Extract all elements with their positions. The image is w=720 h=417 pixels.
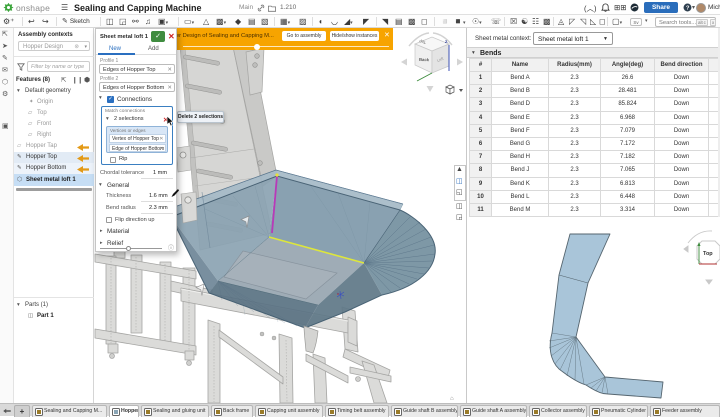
svg-text:Top: Top [703,251,713,257]
svg-text:⌂: ⌂ [450,396,454,402]
svg-text:?: ? [686,5,690,11]
svg-text:Back: Back [419,57,430,62]
